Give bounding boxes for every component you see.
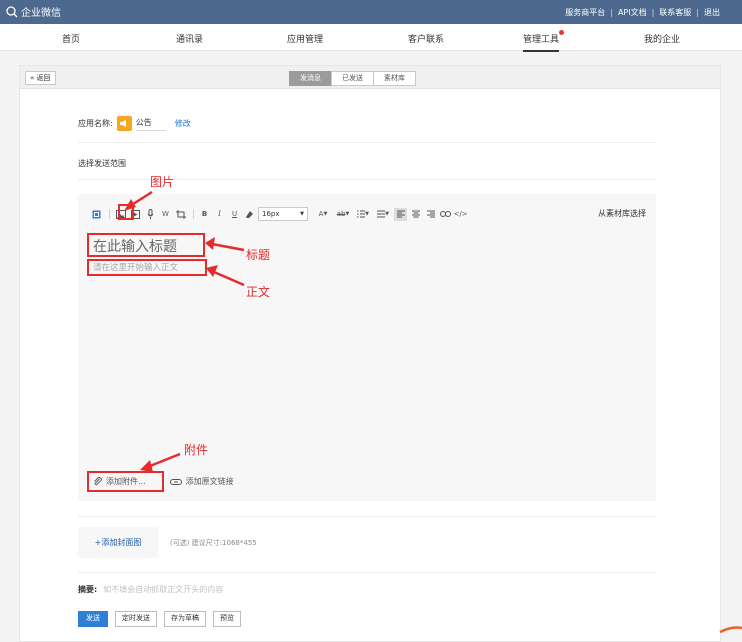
tab-materials[interactable]: 素材库: [373, 71, 416, 86]
divider: [78, 142, 656, 143]
nav-my-enterprise[interactable]: 我的企业: [644, 32, 680, 45]
summary-label: 摘要:: [78, 585, 98, 594]
tab-sent[interactable]: 已发送: [331, 71, 374, 86]
message-tabs: 发消息 已发送 素材库: [289, 71, 416, 86]
nav-management-tools[interactable]: 管理工具: [523, 30, 565, 52]
annotation-title: 标题: [246, 248, 271, 262]
underline-icon[interactable]: U: [228, 208, 241, 221]
align-center-icon[interactable]: [409, 208, 422, 221]
compose-panel: « 返回 发消息 已发送 素材库 应用名称: 公告 修改 选择发送范围 W B …: [19, 65, 721, 642]
cover-size-hint: (可选) 建议尺寸:1068*455: [170, 539, 257, 547]
font-color-icon[interactable]: A ▼: [314, 208, 332, 221]
divider: [78, 516, 656, 517]
separator: |: [696, 8, 699, 17]
align-left-icon[interactable]: [394, 207, 407, 221]
logo[interactable]: 企业微信: [6, 4, 61, 19]
code-icon[interactable]: </>: [453, 208, 467, 221]
sub-toolbar: « 返回 发消息 已发送 素材库: [20, 66, 720, 89]
nav-management-tools-label: 管理工具: [523, 35, 560, 45]
link-icon: [169, 478, 182, 485]
app-name: 公告: [135, 117, 166, 131]
voice-icon[interactable]: [144, 208, 157, 221]
link-api-docs[interactable]: API文档: [618, 7, 647, 18]
link-icon[interactable]: [439, 208, 452, 221]
nav-app-management[interactable]: 应用管理: [287, 32, 323, 45]
app-name-row: 应用名称: 公告 修改: [78, 116, 191, 131]
save-draft-button[interactable]: 存为草稿: [164, 611, 206, 627]
bold-icon[interactable]: B: [198, 208, 211, 221]
logo-text: 企业微信: [21, 8, 61, 19]
tab-send-message[interactable]: 发消息: [289, 71, 332, 86]
toolbar-separator: [109, 209, 110, 219]
annotation-box-body: [87, 259, 207, 276]
align-right-icon[interactable]: [424, 208, 437, 221]
add-cover-image-button[interactable]: +添加封面图: [78, 527, 158, 558]
summary-input[interactable]: 如不填会自动抓取正文开头的内容: [103, 584, 223, 595]
nav-customer-contact[interactable]: 客户联系: [408, 32, 444, 45]
font-size-value: 16px: [262, 210, 280, 218]
nav-contacts[interactable]: 通讯录: [176, 32, 203, 45]
summary-row: 摘要: 如不填会自动抓取正文开头的内容: [78, 584, 223, 595]
word-icon[interactable]: W: [159, 208, 172, 221]
annotation-image: 图片: [150, 175, 175, 189]
logo-icon: [6, 5, 18, 17]
select-recipients-link[interactable]: 选择发送范围: [78, 158, 126, 169]
preview-button[interactable]: 预览: [213, 611, 241, 627]
top-links: 服务商平台 | API文档 | 联系客服 | 退出: [565, 7, 720, 18]
list-icon[interactable]: ▼: [354, 208, 372, 221]
nav-home[interactable]: 首页: [62, 32, 80, 45]
annotation-box-title: [87, 233, 205, 257]
add-source-link-button[interactable]: 添加原文链接: [169, 476, 234, 487]
megaphone-icon: [116, 116, 132, 131]
divider: [78, 572, 656, 573]
font-size-select[interactable]: 16px ▼: [258, 207, 308, 221]
strikethrough-icon[interactable]: ab ▼: [334, 208, 352, 221]
eraser-icon[interactable]: [243, 208, 256, 221]
separator: |: [610, 8, 613, 17]
annotation-body: 正文: [246, 285, 271, 299]
link-support[interactable]: 联系客服: [659, 7, 691, 18]
annotation-box-attachment: [87, 471, 164, 492]
toolbar-separator: [193, 209, 194, 219]
align-icon[interactable]: ▼: [374, 208, 392, 221]
annotation-attachment: 附件: [184, 443, 209, 457]
edit-app-link[interactable]: 修改: [175, 118, 191, 129]
chevron-down-icon: ▼: [300, 211, 304, 217]
insert-block-icon[interactable]: [90, 208, 103, 221]
back-button[interactable]: « 返回: [25, 71, 56, 85]
main-nav: 首页 通讯录 应用管理 客户联系 管理工具 我的企业: [0, 24, 742, 52]
app-name-label: 应用名称:: [78, 119, 113, 128]
top-bar: 企业微信 服务商平台 | API文档 | 联系客服 | 退出: [0, 0, 742, 24]
annotation-box-image: [118, 204, 134, 220]
select-from-materials-link[interactable]: 从素材库选择: [598, 208, 646, 219]
editor-toolbar: W B I U 16px ▼ A ▼ ab ▼ ▼ ▼ </> 从素材库选择: [90, 206, 646, 222]
crop-icon[interactable]: [174, 208, 187, 221]
link-logout[interactable]: 退出: [704, 7, 720, 18]
separator: |: [651, 8, 655, 17]
notification-dot: [559, 30, 565, 35]
action-buttons: 发送 定时发送 存为草稿 预览: [78, 611, 248, 627]
send-button[interactable]: 发送: [78, 611, 108, 627]
add-source-link-label: 添加原文链接: [185, 477, 234, 486]
link-partner-platform[interactable]: 服务商平台: [565, 7, 605, 18]
schedule-send-button[interactable]: 定时发送: [115, 611, 157, 627]
italic-icon[interactable]: I: [213, 208, 226, 221]
